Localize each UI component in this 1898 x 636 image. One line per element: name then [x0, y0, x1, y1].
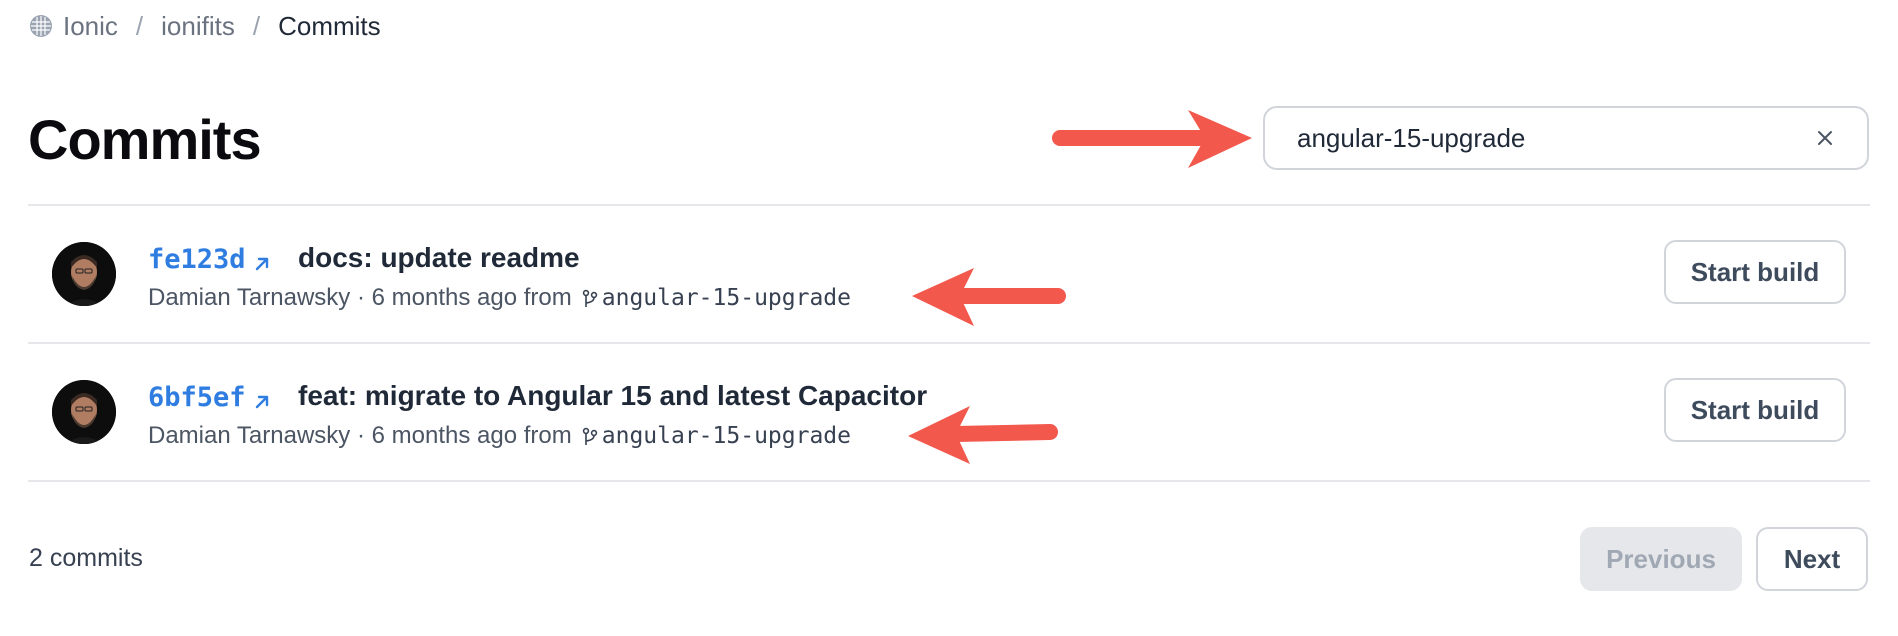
breadcrumb-current: Commits — [278, 10, 381, 41]
page-title: Commits — [28, 108, 262, 171]
breadcrumb-separator: / — [252, 10, 261, 41]
external-link-icon — [252, 388, 272, 408]
next-page-button[interactable]: Next — [1756, 527, 1868, 591]
branch-icon — [582, 426, 598, 446]
branch-search-input[interactable]: angular-15-upgrade — [1263, 106, 1869, 170]
commit-time: 6 months ago — [371, 422, 518, 449]
commit-count: 2 commits — [29, 544, 143, 572]
branch-icon — [582, 288, 598, 308]
commit-sha-link[interactable]: fe123d — [148, 244, 272, 275]
avatar — [52, 380, 116, 444]
annotation-arrow — [1052, 110, 1252, 168]
commit-message: feat: migrate to Angular 15 and latest C… — [298, 380, 928, 411]
commit-sha: 6bf5ef — [148, 382, 246, 413]
meta-from: from — [523, 422, 572, 449]
previous-page-button[interactable]: Previous — [1580, 527, 1742, 591]
commit-branch: angular-15-upgrade — [601, 423, 851, 449]
commit-author: Damian Tarnawsky — [148, 284, 351, 311]
commit-meta: Damian Tarnawsky · 6 months ago from ang… — [148, 284, 851, 312]
clear-icon[interactable] — [1805, 118, 1845, 158]
divider — [28, 480, 1870, 482]
external-link-icon — [252, 250, 272, 270]
breadcrumb-separator: / — [135, 10, 144, 41]
search-input-value[interactable]: angular-15-upgrade — [1297, 123, 1805, 154]
avatar — [52, 242, 116, 306]
commit-sha-link[interactable]: 6bf5ef — [148, 382, 272, 413]
breadcrumb: Ionic / ionifits / Commits — [29, 10, 381, 42]
breadcrumb-org-link[interactable]: Ionic — [63, 11, 118, 42]
annotation-arrow — [912, 268, 1066, 326]
start-build-button[interactable]: Start build — [1664, 378, 1846, 442]
start-build-button[interactable]: Start build — [1664, 240, 1846, 304]
meta-separator: · — [350, 284, 372, 311]
commit-author: Damian Tarnawsky — [148, 422, 351, 449]
commit-branch: angular-15-upgrade — [601, 285, 851, 311]
commit-meta: Damian Tarnawsky · 6 months ago from ang… — [148, 422, 851, 450]
commit-sha: fe123d — [148, 244, 246, 275]
meta-separator: · — [350, 422, 372, 449]
breadcrumb-app-link[interactable]: ionifits — [161, 11, 235, 42]
meta-from: from — [523, 284, 572, 311]
commit-message: docs: update readme — [298, 242, 580, 273]
commit-time: 6 months ago — [371, 284, 518, 311]
annotation-arrow — [908, 406, 1058, 464]
org-icon — [29, 14, 53, 38]
